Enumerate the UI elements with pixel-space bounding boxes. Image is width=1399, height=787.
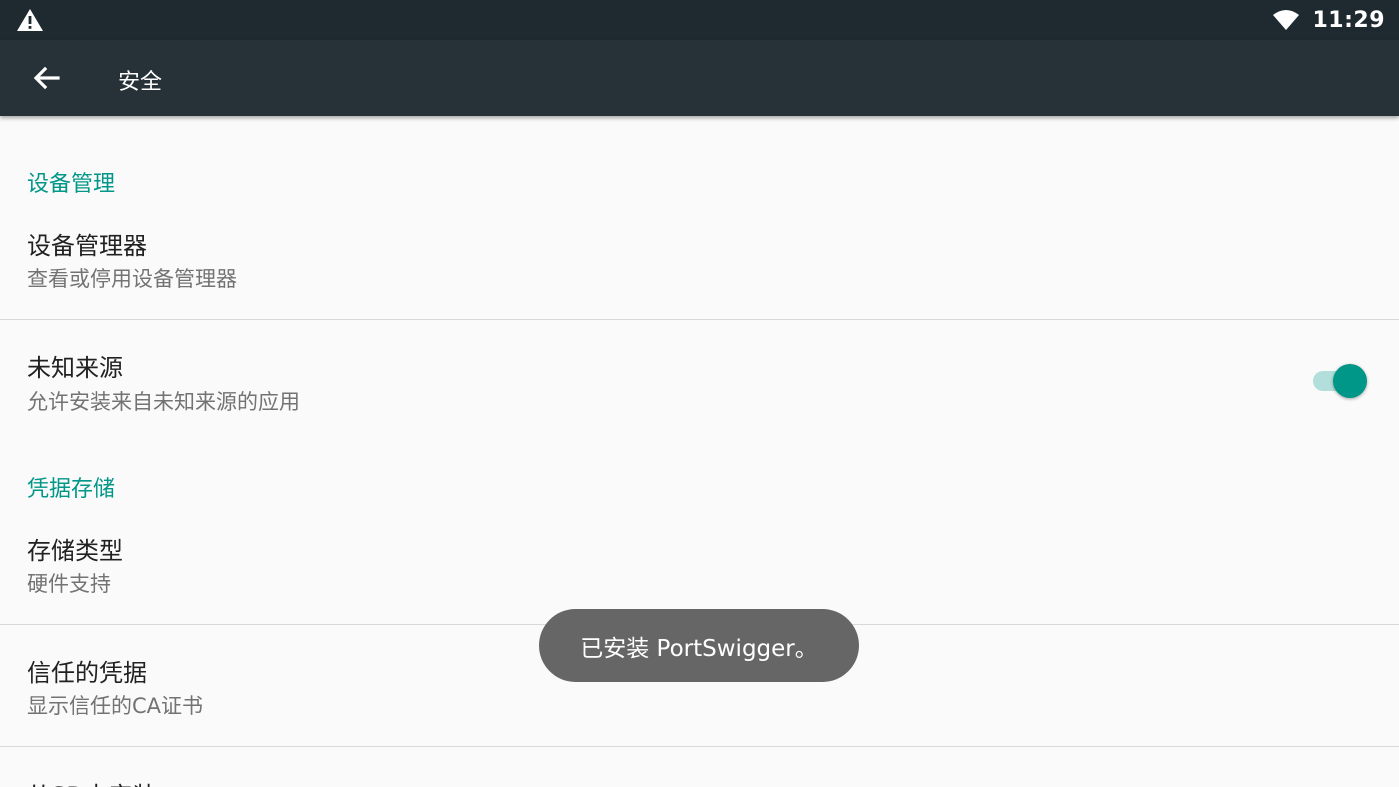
status-time: 11:29 <box>1312 7 1385 33</box>
arrow-back-icon[interactable] <box>26 58 66 98</box>
pref-storage-type-title: 存储类型 <box>27 537 123 565</box>
pref-storage-type[interactable] <box>0 509 1399 624</box>
warning-icon <box>17 9 43 31</box>
pref-storage-type-summary: 硬件支持 <box>27 572 111 596</box>
pref-unknown-sources-summary: 允许安装来自未知来源的应用 <box>27 390 300 414</box>
pref-device-admins[interactable] <box>0 204 1399 320</box>
pref-install-from-sd[interactable] <box>0 747 1399 787</box>
wifi-icon <box>1273 10 1300 30</box>
switch-thumb <box>1333 364 1367 398</box>
section-header-device-admin: 设备管理 <box>27 172 116 197</box>
unknown-sources-switch[interactable] <box>1313 364 1367 398</box>
toast-text: 已安装 PortSwigger。 <box>580 635 818 662</box>
pref-unknown-sources[interactable] <box>0 320 1399 438</box>
app-bar: 安全 <box>0 40 1399 116</box>
section-header-credential-storage: 凭据存储 <box>27 477 116 502</box>
pref-install-from-sd-title: 从SD卡安装 <box>27 776 157 787</box>
pref-device-admins-summary: 查看或停用设备管理器 <box>27 267 237 291</box>
pref-trusted-credentials-title: 信任的凭据 <box>27 659 147 687</box>
settings-list[interactable]: 设备管理 设备管理器 查看或停用设备管理器 未知来源 允许安装来自未知来源的应用… <box>0 116 1399 787</box>
pref-unknown-sources-title: 未知来源 <box>27 354 123 382</box>
page-title: 安全 <box>118 70 163 95</box>
toast-message: 已安装 PortSwigger。 <box>539 609 859 682</box>
status-bar: 11:29 <box>0 0 1399 40</box>
pref-trusted-credentials-summary: 显示信任的CA证书 <box>27 694 204 718</box>
pref-device-admins-title: 设备管理器 <box>27 232 147 260</box>
status-right-group: 11:29 <box>1272 0 1385 40</box>
